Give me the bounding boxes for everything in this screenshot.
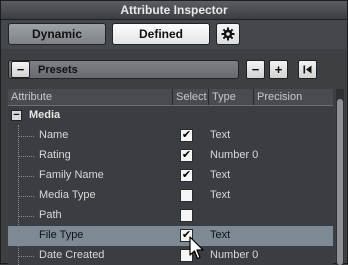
attribute-type: Text [210,229,231,241]
table-row[interactable]: Path [8,206,333,226]
attribute-type: Text [210,169,231,181]
dynamic-button[interactable]: Dynamic [8,23,106,45]
select-checkbox[interactable]: ✔ [180,129,193,142]
defined-button[interactable]: Defined [112,23,210,45]
mode-toolbar: Dynamic Defined [1,20,347,49]
dynamic-button-label: Dynamic [31,27,83,41]
attribute-type: Number 0 [210,149,259,161]
minus-icon: − [16,62,25,77]
skip-to-start-icon [303,65,312,74]
column-header-type[interactable]: Type [209,89,254,105]
tree-connector [18,216,34,217]
first-preset-button[interactable] [298,60,317,79]
defined-button-label: Defined [138,27,183,41]
table-row[interactable]: Family Name ✔ Text [8,166,333,186]
attribute-name: File Type [39,229,84,241]
tree-connector [18,136,34,137]
minus-icon: − [251,62,260,77]
table-row[interactable]: Name ✔ Text [8,126,333,146]
collapse-presets-button[interactable]: − [11,61,30,78]
table-row[interactable]: Rating ✔ Number 0 [8,146,333,166]
presets-bar: − Presets − + [1,49,347,89]
checkmark-icon: ✔ [181,129,192,141]
remove-preset-button[interactable]: − [246,60,265,79]
settings-button[interactable] [216,23,240,45]
add-preset-button[interactable]: + [269,60,288,79]
table-row-selected[interactable]: File Type ✔ Text [8,226,333,246]
collapse-group-icon[interactable]: − [11,110,22,121]
attributes-table: Attribute Select Type Precision − Media … [8,89,333,265]
tree-connector [18,176,34,177]
select-checkbox[interactable] [180,209,193,222]
attribute-name: Family Name [39,169,104,181]
attribute-name: Date Created [39,249,105,261]
tree-connector [18,256,34,257]
attribute-name: Rating [39,149,71,161]
attribute-name: Path [39,209,62,221]
tree-connector [18,156,34,157]
attribute-type: Text [210,189,231,201]
group-row-media[interactable]: − Media [8,106,333,126]
table-header: Attribute Select Type Precision [8,89,333,106]
presets-label: Presets [38,63,78,76]
tree-connector [18,236,34,237]
column-header-select[interactable]: Select [173,89,209,105]
column-header-precision[interactable]: Precision [254,89,333,105]
gear-icon [221,27,235,41]
attribute-inspector-window: Attribute Inspector Dynamic Defined − Pr… [0,0,348,265]
group-label: Media [29,109,61,121]
select-checkbox[interactable]: ✔ [180,149,193,162]
table-row[interactable]: Media Type Text [8,186,333,206]
attribute-name: Name [39,129,69,141]
plus-icon: + [274,62,283,77]
presets-dropdown[interactable]: − Presets [8,60,239,79]
select-checkbox[interactable]: ✔ [180,169,193,182]
checkmark-icon: ✔ [181,149,192,161]
attribute-type: Text [210,129,231,141]
attribute-name: Media Type [39,189,96,201]
table-row[interactable]: Date Created Number 0 [8,246,333,265]
mouse-pointer-icon [189,236,204,260]
select-checkbox[interactable] [180,189,193,202]
window-titlebar[interactable]: Attribute Inspector [1,1,347,20]
column-header-attribute[interactable]: Attribute [8,89,173,105]
window-title: Attribute Inspector [120,3,228,17]
checkmark-icon: ✔ [181,169,192,181]
attribute-type: Number 0 [210,249,259,261]
scrollbar-thumb[interactable] [337,99,343,265]
vertical-scrollbar[interactable] [336,89,344,265]
tree-connector [18,196,34,197]
